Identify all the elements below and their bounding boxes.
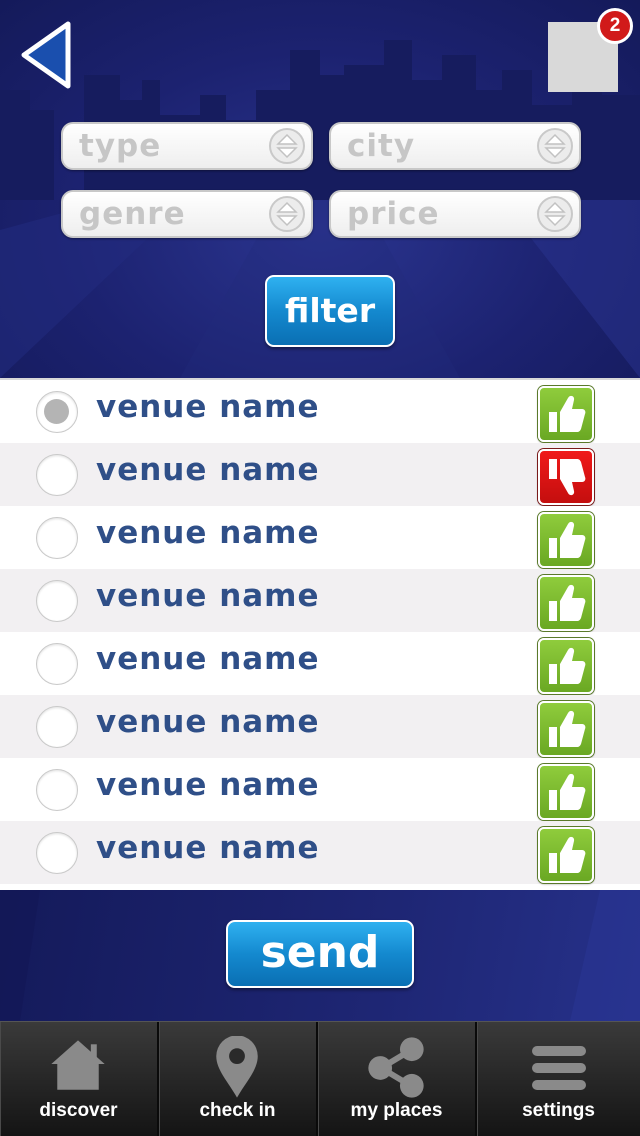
- thumbs-up-icon[interactable]: [538, 764, 594, 820]
- send-area: send: [0, 890, 640, 1021]
- thumbs-down-icon[interactable]: [538, 449, 594, 505]
- venue-name: venue name: [96, 641, 320, 677]
- venue-radio[interactable]: [36, 706, 78, 748]
- venue-radio[interactable]: [36, 643, 78, 685]
- tab-discover[interactable]: discover: [0, 1022, 159, 1136]
- venue-name: venue name: [96, 830, 320, 866]
- venue-row[interactable]: venue name: [0, 506, 640, 569]
- price-select[interactable]: price: [329, 190, 581, 238]
- venue-row[interactable]: venue name: [0, 632, 640, 695]
- venue-row[interactable]: venue name: [0, 380, 640, 443]
- tab-settings-label: settings: [522, 1100, 595, 1121]
- up-down-arrows-icon: [537, 128, 573, 164]
- venue-radio[interactable]: [36, 769, 78, 811]
- venue-row[interactable]: venue name: [0, 443, 640, 506]
- radio-selected-dot: [44, 399, 69, 424]
- venue-radio[interactable]: [36, 454, 78, 496]
- venue-name: venue name: [96, 578, 320, 614]
- up-down-arrows-icon: [269, 196, 305, 232]
- venue-row[interactable]: venue name: [0, 695, 640, 758]
- price-select-label: price: [347, 196, 440, 232]
- location-pin-icon: [216, 1036, 258, 1098]
- venue-name: venue name: [96, 515, 320, 551]
- venue-row[interactable]: venue name: [0, 758, 640, 821]
- back-button[interactable]: [18, 20, 76, 92]
- tab-my-places[interactable]: my places: [318, 1022, 477, 1136]
- type-select[interactable]: type: [61, 122, 313, 170]
- venue-name: venue name: [96, 389, 320, 425]
- up-down-arrows-icon: [269, 128, 305, 164]
- venue-row[interactable]: venue name: [0, 569, 640, 632]
- thumbs-up-icon[interactable]: [538, 827, 594, 883]
- venue-radio[interactable]: [36, 832, 78, 874]
- send-button[interactable]: send: [226, 920, 414, 988]
- genre-select[interactable]: genre: [61, 190, 313, 238]
- tab-settings[interactable]: settings: [477, 1022, 640, 1136]
- thumbs-up-icon[interactable]: [538, 638, 594, 694]
- back-arrow-icon: [21, 21, 71, 89]
- venue-name: venue name: [96, 704, 320, 740]
- venue-radio[interactable]: [36, 391, 78, 433]
- venue-name: venue name: [96, 767, 320, 803]
- menu-icon: [532, 1046, 586, 1090]
- city-select[interactable]: city: [329, 122, 581, 170]
- venue-radio[interactable]: [36, 580, 78, 622]
- filter-button[interactable]: filter: [265, 275, 395, 347]
- tab-my-places-label: my places: [350, 1100, 443, 1121]
- genre-select-label: genre: [79, 196, 186, 232]
- city-select-label: city: [347, 128, 416, 164]
- thumbs-up-icon[interactable]: [538, 386, 594, 442]
- venue-row[interactable]: venue name: [0, 821, 640, 884]
- tab-check-in-label: check in: [199, 1100, 276, 1121]
- city-skyline: [0, 40, 640, 200]
- home-icon: [51, 1040, 105, 1090]
- thumbs-up-icon[interactable]: [538, 701, 594, 757]
- thumbs-up-icon[interactable]: [538, 512, 594, 568]
- thumbs-up-icon[interactable]: [538, 575, 594, 631]
- share-icon: [368, 1037, 424, 1098]
- venue-name: venue name: [96, 452, 320, 488]
- tab-bar: discover check in my places settings: [0, 1021, 640, 1136]
- type-select-label: type: [79, 128, 162, 164]
- up-down-arrows-icon: [537, 196, 573, 232]
- notification-badge: 2: [597, 8, 633, 44]
- tab-discover-label: discover: [39, 1100, 118, 1121]
- venue-list: venue name venue name venue name venue n…: [0, 378, 640, 890]
- venue-radio[interactable]: [36, 517, 78, 559]
- tab-check-in[interactable]: check in: [159, 1022, 318, 1136]
- header: 2 type city genre price filter: [0, 0, 640, 378]
